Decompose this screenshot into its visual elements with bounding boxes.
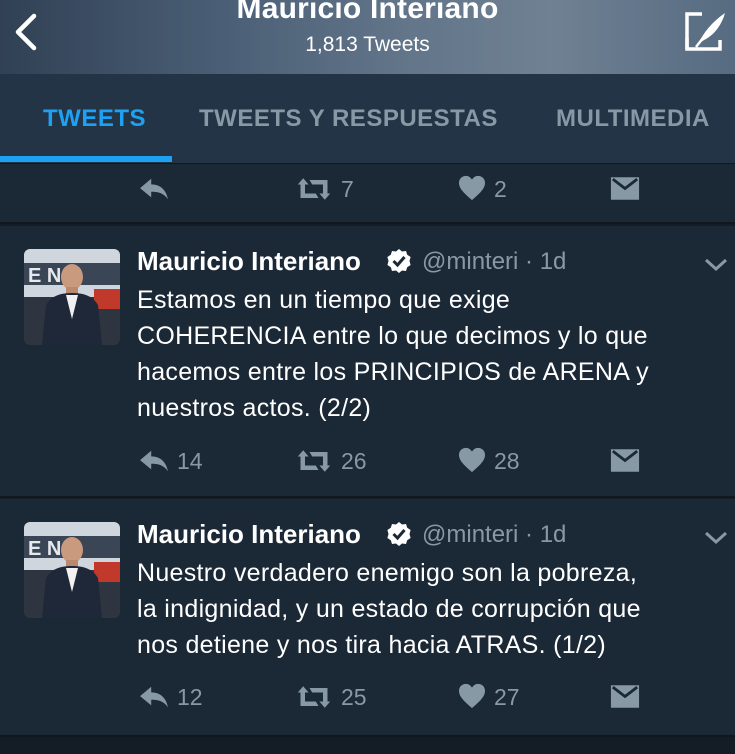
avatar[interactable]	[24, 522, 120, 618]
retweet-icon	[296, 177, 332, 201]
direct-message-icon	[610, 176, 640, 201]
tweet-card-partial: 7 2	[0, 164, 735, 222]
reply-button[interactable]	[138, 176, 178, 210]
divider	[0, 735, 735, 737]
like-icon	[458, 447, 486, 473]
tweet-text-line: nuestros actos. (2/2)	[137, 394, 372, 422]
retweet-icon	[296, 449, 332, 473]
tweet-text: Nuestro verdadero enemigo son la pobreza…	[137, 555, 727, 663]
like-icon	[458, 683, 486, 709]
divider	[0, 222, 735, 224]
tweet-text-line: la indignidad, y un estado de corrupción…	[137, 595, 641, 623]
tab-tweets-y-respuestas[interactable]: TWEETS Y RESPUESTAS	[199, 74, 498, 163]
chevron-down-icon[interactable]	[703, 530, 729, 546]
author-handle-time: @minteri · 1d	[422, 521, 567, 548]
compose-tweet-button[interactable]	[684, 10, 728, 52]
tweet-text-line: hacemos entre los PRINCIPIOS de ARENA y	[137, 358, 649, 386]
reply-button[interactable]: 14	[138, 446, 208, 480]
author-handle-time: @minteri · 1d	[422, 248, 567, 275]
retweet-icon	[296, 685, 332, 709]
compose-icon	[685, 12, 725, 51]
profile-tabs: TWEETS TWEETS Y RESPUESTAS MULTIMEDIA	[0, 74, 735, 164]
reply-icon	[138, 448, 170, 474]
tweet-text: Estamos en un tiempo que exige COHERENCI…	[137, 282, 727, 426]
direct-message-button[interactable]	[610, 174, 642, 208]
reply-count: 12	[177, 684, 203, 710]
retweet-button[interactable]: 26	[296, 446, 376, 480]
direct-message-button[interactable]	[610, 446, 642, 480]
divider	[0, 496, 735, 498]
like-button[interactable]: 2	[458, 174, 518, 208]
chevron-down-icon[interactable]	[703, 257, 729, 273]
author-name[interactable]: Mauricio Interiano	[137, 246, 361, 277]
direct-message-button[interactable]	[610, 682, 642, 716]
retweet-button[interactable]: 7	[296, 174, 366, 208]
like-count: 27	[494, 684, 520, 710]
tweet-card[interactable]: Mauricio Interiano @minteri · 1d Estamos…	[0, 226, 735, 496]
tweet-count: 1,813 Tweets	[305, 33, 430, 56]
tweet-card[interactable]: Mauricio Interiano @minteri · 1d Nuestro…	[0, 499, 735, 735]
author-name[interactable]: Mauricio Interiano	[137, 519, 361, 550]
like-count: 2	[494, 176, 507, 202]
tweet-text-line: Nuestro verdadero enemigo son la pobreza…	[137, 559, 638, 587]
direct-message-icon	[610, 684, 640, 709]
like-button[interactable]: 28	[458, 446, 528, 480]
like-button[interactable]: 27	[458, 682, 528, 716]
reply-icon	[138, 684, 170, 710]
retweet-count: 26	[341, 448, 367, 474]
tweet-text-line: Estamos en un tiempo que exige	[137, 286, 511, 314]
tab-tweets[interactable]: TWEETS	[43, 74, 146, 163]
reply-count: 14	[177, 448, 203, 474]
tweet-text-line: COHERENCIA entre lo que decimos y lo que	[137, 322, 648, 350]
retweet-count: 7	[341, 176, 354, 202]
retweet-button[interactable]: 25	[296, 682, 376, 716]
direct-message-icon	[610, 448, 640, 473]
verified-icon	[386, 248, 412, 274]
avatar[interactable]	[24, 249, 120, 345]
page-title: Mauricio Interiano	[236, 0, 499, 25]
verified-icon	[386, 521, 412, 547]
like-icon	[458, 175, 486, 201]
active-tab-indicator	[0, 156, 172, 162]
retweet-count: 25	[341, 684, 367, 710]
like-count: 28	[494, 448, 520, 474]
tab-multimedia[interactable]: MULTIMEDIA	[556, 74, 710, 163]
profile-header: Mauricio Interiano 1,813 Tweets	[0, 0, 735, 74]
reply-icon	[138, 176, 170, 202]
reply-button[interactable]: 12	[138, 682, 208, 716]
tweet-text-line: nos detiene y nos tira hacia ATRAS. (1/2…	[137, 631, 607, 659]
